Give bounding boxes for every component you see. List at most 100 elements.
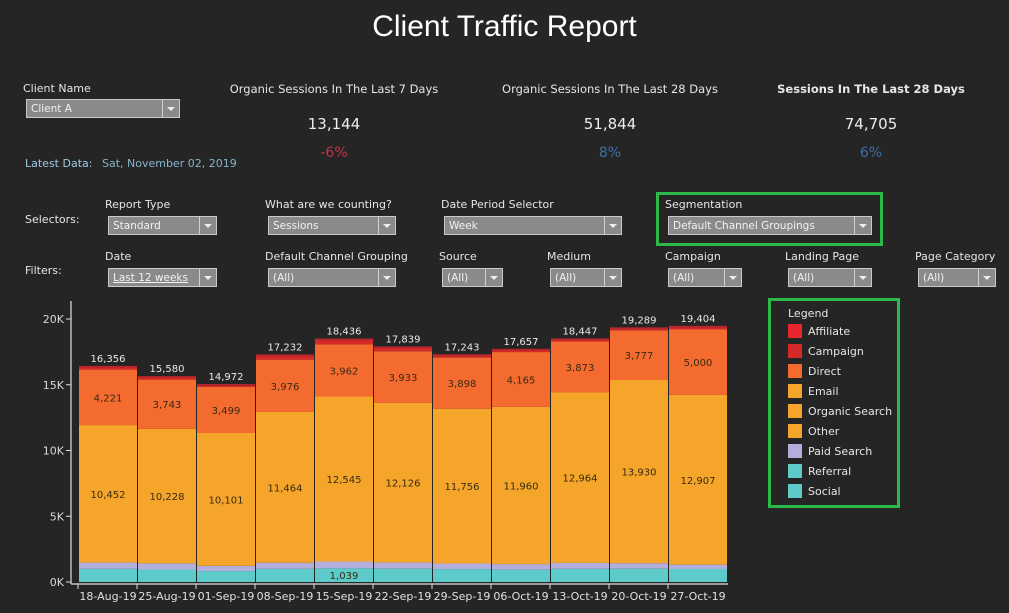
segment-label: 3,962 bbox=[330, 366, 359, 377]
landing-page-dropdown[interactable]: (All) bbox=[788, 268, 872, 287]
channel-grouping-dropdown[interactable]: (All) bbox=[268, 268, 396, 287]
x-tick-label: 15-Sep-19 bbox=[316, 590, 373, 603]
segment-label: 11,464 bbox=[268, 483, 303, 494]
channel-grouping-value: (All) bbox=[273, 271, 295, 284]
page-category-dropdown[interactable]: (All) bbox=[918, 268, 996, 287]
chevron-down-icon[interactable] bbox=[162, 100, 179, 117]
segment-label: 10,452 bbox=[91, 490, 126, 501]
chevron-down-icon[interactable] bbox=[978, 269, 995, 286]
campaign-dropdown[interactable]: (All) bbox=[668, 268, 742, 287]
campaign-label: Campaign bbox=[665, 250, 721, 263]
total-label: 18,436 bbox=[327, 327, 362, 338]
report-type-dropdown[interactable]: Standard bbox=[108, 216, 217, 235]
stacked-bar-chart: 0K 5K 10K 15K 20K 10,452 4,221 16,356 18-Aug-19 1… bbox=[43, 301, 728, 603]
landing-page-label: Landing Page bbox=[785, 250, 859, 263]
segmentation-dropdown[interactable]: Default Channel Groupings bbox=[668, 216, 872, 235]
legend-item[interactable]: Campaign bbox=[788, 341, 897, 361]
x-tick-label: 27-Oct-19 bbox=[670, 590, 725, 603]
legend-item[interactable]: Referral bbox=[788, 461, 897, 481]
date-filter-label: Date bbox=[105, 250, 132, 263]
bar-segment-referral bbox=[492, 569, 550, 582]
bar-top-cap bbox=[197, 384, 255, 387]
segment-label: 13,930 bbox=[622, 468, 657, 479]
bar-top-cap bbox=[610, 327, 668, 330]
medium-dropdown[interactable]: (All) bbox=[550, 268, 622, 287]
legend-label: Email bbox=[808, 384, 839, 398]
date-filter-value: Last 12 weeks bbox=[113, 271, 188, 284]
legend-label: Social bbox=[808, 484, 841, 498]
legend-label: Referral bbox=[808, 464, 852, 478]
latest-data-label: Latest Data: bbox=[25, 157, 93, 170]
legend-item[interactable]: Other bbox=[788, 421, 897, 441]
counting-label: What are we counting? bbox=[265, 198, 392, 211]
segment-label: 3,933 bbox=[389, 373, 418, 384]
channel-grouping-label: Default Channel Grouping bbox=[265, 250, 408, 263]
chevron-down-icon[interactable] bbox=[724, 269, 741, 286]
chevron-down-icon[interactable] bbox=[199, 269, 216, 286]
bar-segment-paid-search bbox=[138, 563, 196, 570]
date-filter-dropdown[interactable]: Last 12 weeks bbox=[108, 268, 217, 287]
campaign-value: (All) bbox=[673, 271, 695, 284]
chevron-down-icon[interactable] bbox=[604, 217, 621, 234]
client-name-dropdown[interactable]: Client A bbox=[26, 99, 180, 118]
chevron-down-icon[interactable] bbox=[854, 217, 871, 234]
segment-label: 11,756 bbox=[445, 482, 480, 493]
x-tick-label: 08-Sep-19 bbox=[257, 590, 314, 603]
landing-page-value: (All) bbox=[793, 271, 815, 284]
kpi-change: 6% bbox=[859, 145, 883, 161]
x-tick-label: 22-Sep-19 bbox=[375, 590, 432, 603]
legend-swatch bbox=[788, 464, 802, 478]
bar-top-cap bbox=[492, 348, 550, 351]
segment-label: 3,499 bbox=[212, 406, 241, 417]
source-dropdown[interactable]: (All) bbox=[442, 268, 503, 287]
total-label: 14,972 bbox=[209, 372, 244, 383]
kpi-organic-28-days: Organic Sessions In The Last 28 Days 51,… bbox=[495, 82, 725, 161]
x-tick-label: 01-Sep-19 bbox=[198, 590, 255, 603]
bar-segment-paid-search bbox=[315, 561, 373, 569]
chevron-down-icon[interactable] bbox=[604, 269, 621, 286]
chevron-down-icon[interactable] bbox=[378, 217, 395, 234]
bar-top-cap bbox=[79, 365, 137, 368]
legend-item[interactable]: Paid Search bbox=[788, 441, 897, 461]
legend-label: Direct bbox=[808, 364, 841, 378]
date-period-dropdown[interactable]: Week bbox=[444, 216, 622, 235]
kpi-sessions-28-days: Sessions In The Last 28 Days 74,705 6% bbox=[756, 82, 986, 161]
bar-segment-paid-search bbox=[492, 564, 550, 570]
chevron-down-icon[interactable] bbox=[485, 269, 502, 286]
x-tick-label: 06-Oct-19 bbox=[493, 590, 548, 603]
bar-segment-referral bbox=[138, 569, 196, 582]
kpi-title: Organic Sessions In The Last 28 Days bbox=[502, 82, 718, 96]
legend-swatch bbox=[788, 364, 802, 378]
legend-item[interactable]: Direct bbox=[788, 361, 897, 381]
bar-segment-paid-search bbox=[551, 562, 609, 569]
legend-item[interactable]: Social bbox=[788, 481, 897, 501]
bar-top-cap bbox=[669, 325, 727, 328]
report-type-label: Report Type bbox=[105, 198, 171, 211]
segment-label: 3,898 bbox=[448, 379, 477, 390]
counting-dropdown[interactable]: Sessions bbox=[268, 216, 396, 235]
segment-label: 4,221 bbox=[94, 393, 123, 404]
x-tick-label: 25-Aug-19 bbox=[138, 590, 195, 603]
y-tick-label: 5K bbox=[50, 510, 65, 523]
legend-swatch bbox=[788, 384, 802, 398]
total-label: 15,580 bbox=[150, 364, 185, 375]
legend-item[interactable]: Organic Search bbox=[788, 401, 897, 421]
x-tick-label: 18-Aug-19 bbox=[79, 590, 136, 603]
legend-item[interactable]: Affiliate bbox=[788, 321, 897, 341]
legend-item[interactable]: Email bbox=[788, 381, 897, 401]
bar-top-cap bbox=[256, 354, 314, 357]
chevron-down-icon[interactable] bbox=[199, 217, 216, 234]
chevron-down-icon[interactable] bbox=[854, 269, 871, 286]
bar-top-cap bbox=[374, 346, 432, 349]
x-tick-label: 29-Sep-19 bbox=[434, 590, 491, 603]
segment-label: 12,907 bbox=[681, 476, 716, 487]
legend-swatch bbox=[788, 424, 802, 438]
segment-label: 3,873 bbox=[566, 363, 595, 374]
segment-label: 10,228 bbox=[150, 492, 185, 503]
kpi-change: 8% bbox=[598, 145, 622, 161]
bar-segment-referral bbox=[433, 569, 491, 582]
y-tick-label: 0K bbox=[50, 576, 65, 589]
chevron-down-icon[interactable] bbox=[378, 269, 395, 286]
segment-label: 12,545 bbox=[327, 475, 362, 486]
source-value: (All) bbox=[447, 271, 469, 284]
